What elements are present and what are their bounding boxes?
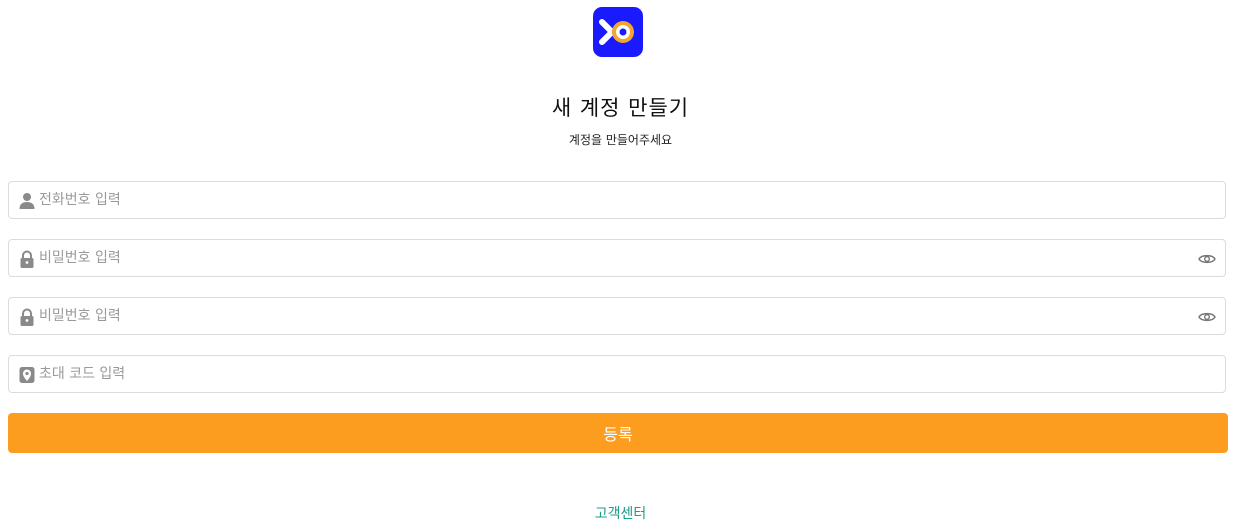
xo-logo-icon xyxy=(599,19,634,45)
location-pin-icon xyxy=(19,367,35,383)
lock-icon xyxy=(20,308,34,326)
password-field[interactable] xyxy=(8,239,1226,277)
page-subtitle: 계정을 만들어주세요 xyxy=(568,133,673,147)
customer-center-link[interactable]: 고객센터 xyxy=(0,503,1241,523)
user-icon xyxy=(19,193,35,209)
lock-icon xyxy=(20,250,34,268)
eye-icon[interactable] xyxy=(1198,250,1216,268)
app-logo xyxy=(593,7,643,57)
phone-field[interactable] xyxy=(8,181,1226,219)
password-confirm-input[interactable] xyxy=(39,298,1179,334)
invite-code-input[interactable] xyxy=(39,356,1179,392)
invite-code-field[interactable] xyxy=(8,355,1226,393)
password-input[interactable] xyxy=(39,240,1179,276)
register-button[interactable]: 등록 xyxy=(8,413,1228,453)
phone-input[interactable] xyxy=(39,182,1179,218)
password-confirm-field[interactable] xyxy=(8,297,1226,335)
page-title: 새 계정 만들기 xyxy=(551,96,690,120)
eye-icon[interactable] xyxy=(1198,308,1216,326)
